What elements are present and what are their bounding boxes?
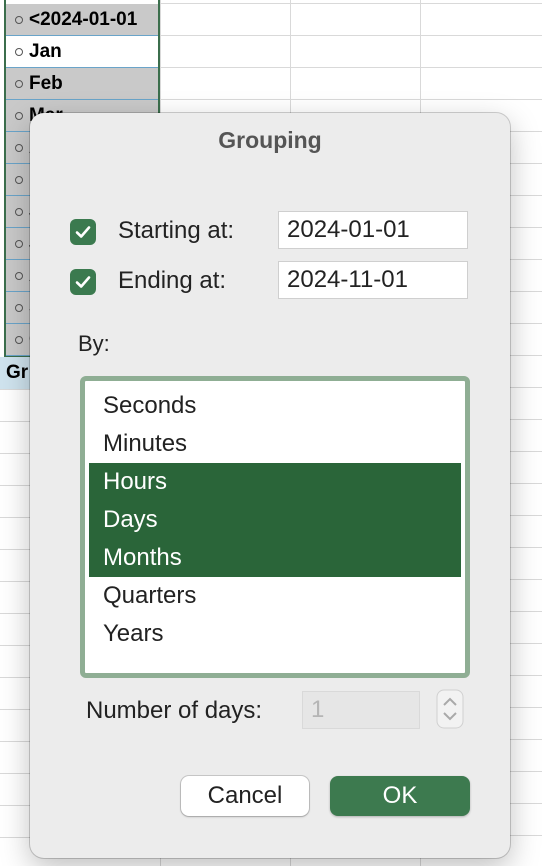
pivot-expand-icon[interactable] <box>15 143 23 152</box>
grouping-dialog: Grouping Starting at: 2024-01-01 Ending … <box>30 113 510 858</box>
starting-at-field[interactable]: 2024-01-01 <box>278 211 468 249</box>
ending-at-checkbox[interactable] <box>70 269 96 295</box>
pivot-expand-icon[interactable] <box>15 207 23 216</box>
grid-line <box>160 67 542 68</box>
pivot-expand-icon[interactable] <box>15 239 23 248</box>
by-label: By: <box>78 331 110 356</box>
pivot-expand-icon[interactable] <box>15 303 23 312</box>
pivot-expand-icon[interactable] <box>15 111 23 120</box>
by-option-seconds[interactable]: Seconds <box>89 387 461 425</box>
pivot-item[interactable]: Jan <box>6 36 158 68</box>
by-option-months[interactable]: Months <box>89 539 461 577</box>
pivot-item[interactable]: Feb <box>6 68 158 100</box>
pivot-expand-icon[interactable] <box>15 175 23 184</box>
pivot-expand-icon[interactable] <box>15 271 23 280</box>
group-cell[interactable]: Gr <box>0 357 30 389</box>
pivot-item-label: Jan <box>29 40 62 62</box>
by-option-hours[interactable]: Hours <box>89 463 461 501</box>
ending-at-label: Ending at: <box>118 267 227 294</box>
dialog-title: Grouping <box>218 127 322 153</box>
cancel-button[interactable]: Cancel <box>181 776 309 816</box>
by-option-minutes[interactable]: Minutes <box>89 425 461 463</box>
number-of-days-stepper[interactable] <box>436 689 464 729</box>
pivot-expand-icon[interactable] <box>15 335 23 344</box>
pivot-item-label: Feb <box>29 72 63 94</box>
pivot-expand-icon[interactable] <box>15 79 23 88</box>
by-option-years[interactable]: Years <box>89 615 461 653</box>
grid-line <box>160 35 542 36</box>
starting-at-checkbox[interactable] <box>70 219 96 245</box>
by-listbox[interactable]: Seconds Minutes Hours Days Months Quarters Yea… <box>80 376 470 678</box>
ending-at-field[interactable]: 2024-11-01 <box>278 261 468 299</box>
grid-line <box>160 3 542 4</box>
number-of-days-label: Number of days: <box>86 697 263 724</box>
group-cell-label: Gr <box>6 362 29 383</box>
number-of-days-field[interactable]: 1 <box>302 691 420 729</box>
starting-at-label: Starting at: <box>118 217 235 244</box>
pivot-item-label: <2024-01-01 <box>29 8 138 30</box>
ok-button[interactable]: OK <box>330 776 470 816</box>
pivot-expand-icon[interactable] <box>15 15 23 24</box>
by-option-days[interactable]: Days <box>89 501 461 539</box>
pivot-item[interactable]: <2024-01-01 <box>6 4 158 36</box>
pivot-expand-icon[interactable] <box>15 47 23 56</box>
grid-line <box>160 99 542 100</box>
by-option-quarters[interactable]: Quarters <box>89 577 461 615</box>
checkmark-icon <box>75 226 91 238</box>
checkmark-icon <box>75 276 91 288</box>
